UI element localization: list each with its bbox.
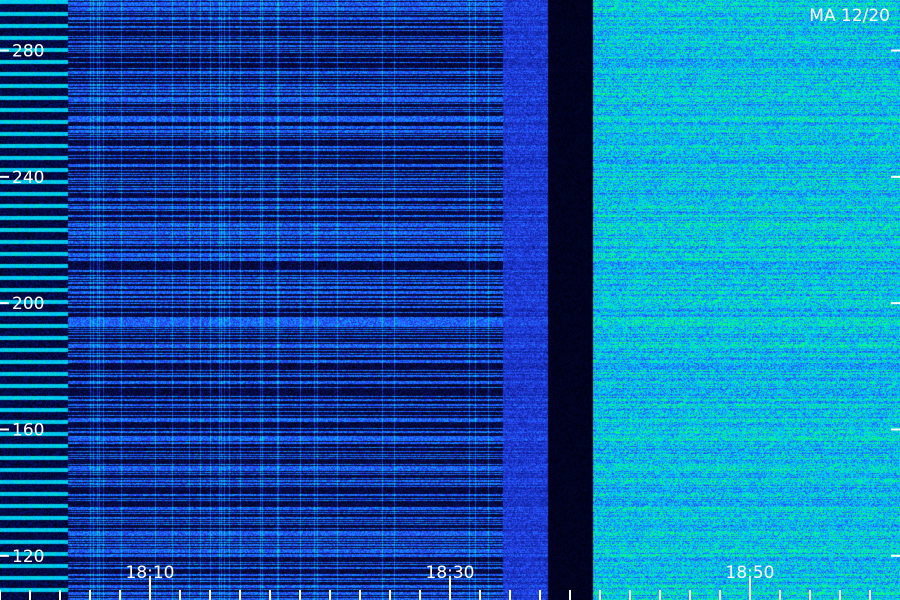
axis-overlay: 120 160 200 240 280 18:10 18:30 18:50 (0, 42, 900, 600)
spectrogram-view: 120 160 200 240 280 18:10 18:30 18:50 MA 12/20 (0, 0, 900, 600)
x-tick-label-18:50: 18:50 (726, 563, 775, 583)
station-label: MA 12/20 (809, 6, 890, 26)
y-tick-label-160: 160 (12, 420, 44, 440)
x-tick-label-18:10: 18:10 (126, 563, 175, 583)
y-tick-label-240: 240 (12, 168, 44, 188)
y-tick-label-280: 280 (12, 42, 44, 62)
y-tick-label-200: 200 (12, 294, 44, 314)
x-tick-label-18:30: 18:30 (426, 563, 475, 583)
y-tick-label-120: 120 (12, 547, 44, 567)
